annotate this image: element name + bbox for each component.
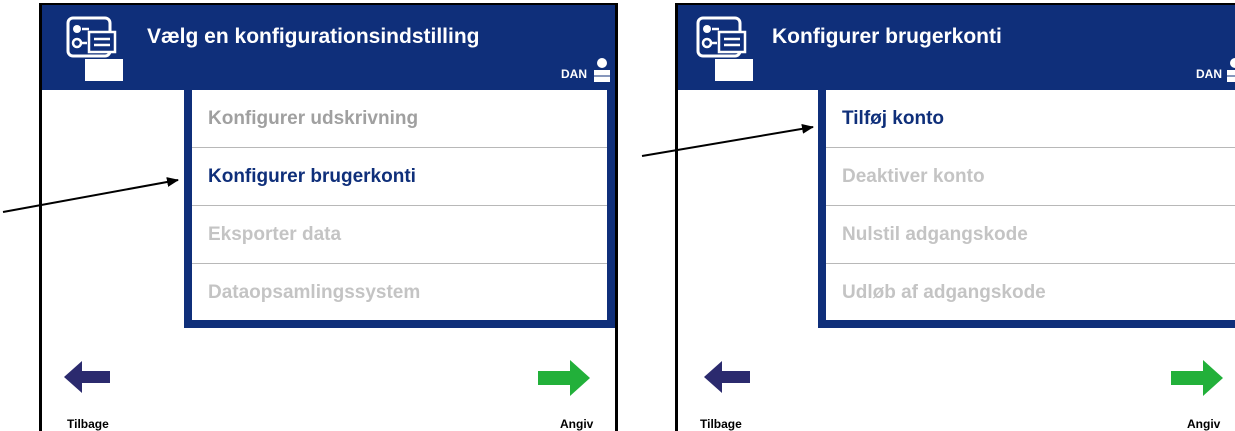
menu-item-label: Nulstil adgangskode bbox=[842, 223, 1028, 245]
menu-item-label: Tilføj konto bbox=[842, 107, 945, 129]
language-indicator: DAN bbox=[1196, 67, 1222, 81]
menu-item-label: Deaktiver konto bbox=[842, 165, 985, 187]
user-icon[interactable] bbox=[593, 57, 611, 83]
header-bar: Konfigurer brugerkonti DAN bbox=[678, 5, 1235, 90]
menu-item-configure-printing[interactable]: Konfigurer udskrivning bbox=[192, 90, 607, 148]
config-menu: Konfigurer udskrivning Konfigurer bruger… bbox=[184, 90, 615, 328]
menu-item-reset-password[interactable]: Nulstil adgangskode bbox=[826, 206, 1235, 264]
menu-item-label: Udløb af adgangskode bbox=[842, 281, 1046, 303]
menu-item-data-collection-system[interactable]: Dataopsamlingssystem bbox=[192, 264, 607, 321]
menu-item-password-expiry[interactable]: Udløb af adgangskode bbox=[826, 264, 1235, 321]
config-screen-1: Vælg en konfigurationsindstilling DAN Ko… bbox=[39, 3, 618, 431]
user-icon[interactable] bbox=[1226, 57, 1235, 83]
config-screen-2: Konfigurer brugerkonti DAN Tilføj konto … bbox=[675, 3, 1235, 431]
menu-item-label: Konfigurer brugerkonti bbox=[208, 165, 416, 187]
language-indicator: DAN bbox=[561, 67, 587, 81]
menu-item-label: Dataopsamlingssystem bbox=[208, 281, 421, 303]
user-accounts-menu: Tilføj konto Deaktiver konto Nulstil adg… bbox=[818, 90, 1235, 328]
header-bar: Vælg en konfigurationsindstilling DAN bbox=[42, 5, 615, 90]
back-arrow-icon[interactable] bbox=[64, 360, 110, 394]
configuration-icon bbox=[696, 16, 753, 81]
page-title: Vælg en konfigurationsindstilling bbox=[147, 25, 480, 48]
menu-item-configure-user-accounts[interactable]: Konfigurer brugerkonti bbox=[192, 148, 607, 206]
menu-item-label: Eksporter data bbox=[208, 223, 342, 245]
configuration-icon bbox=[66, 16, 123, 81]
back-arrow-icon[interactable] bbox=[704, 360, 750, 394]
menu-item-label: Konfigurer udskrivning bbox=[208, 107, 419, 129]
forward-arrow-icon[interactable] bbox=[1171, 359, 1223, 397]
page-title: Konfigurer brugerkonti bbox=[772, 25, 1002, 48]
menu-item-deactivate-account[interactable]: Deaktiver konto bbox=[826, 148, 1235, 206]
menu-item-export-data[interactable]: Eksporter data bbox=[192, 206, 607, 264]
forward-arrow-icon[interactable] bbox=[538, 359, 590, 397]
menu-item-add-account[interactable]: Tilføj konto bbox=[826, 90, 1235, 148]
